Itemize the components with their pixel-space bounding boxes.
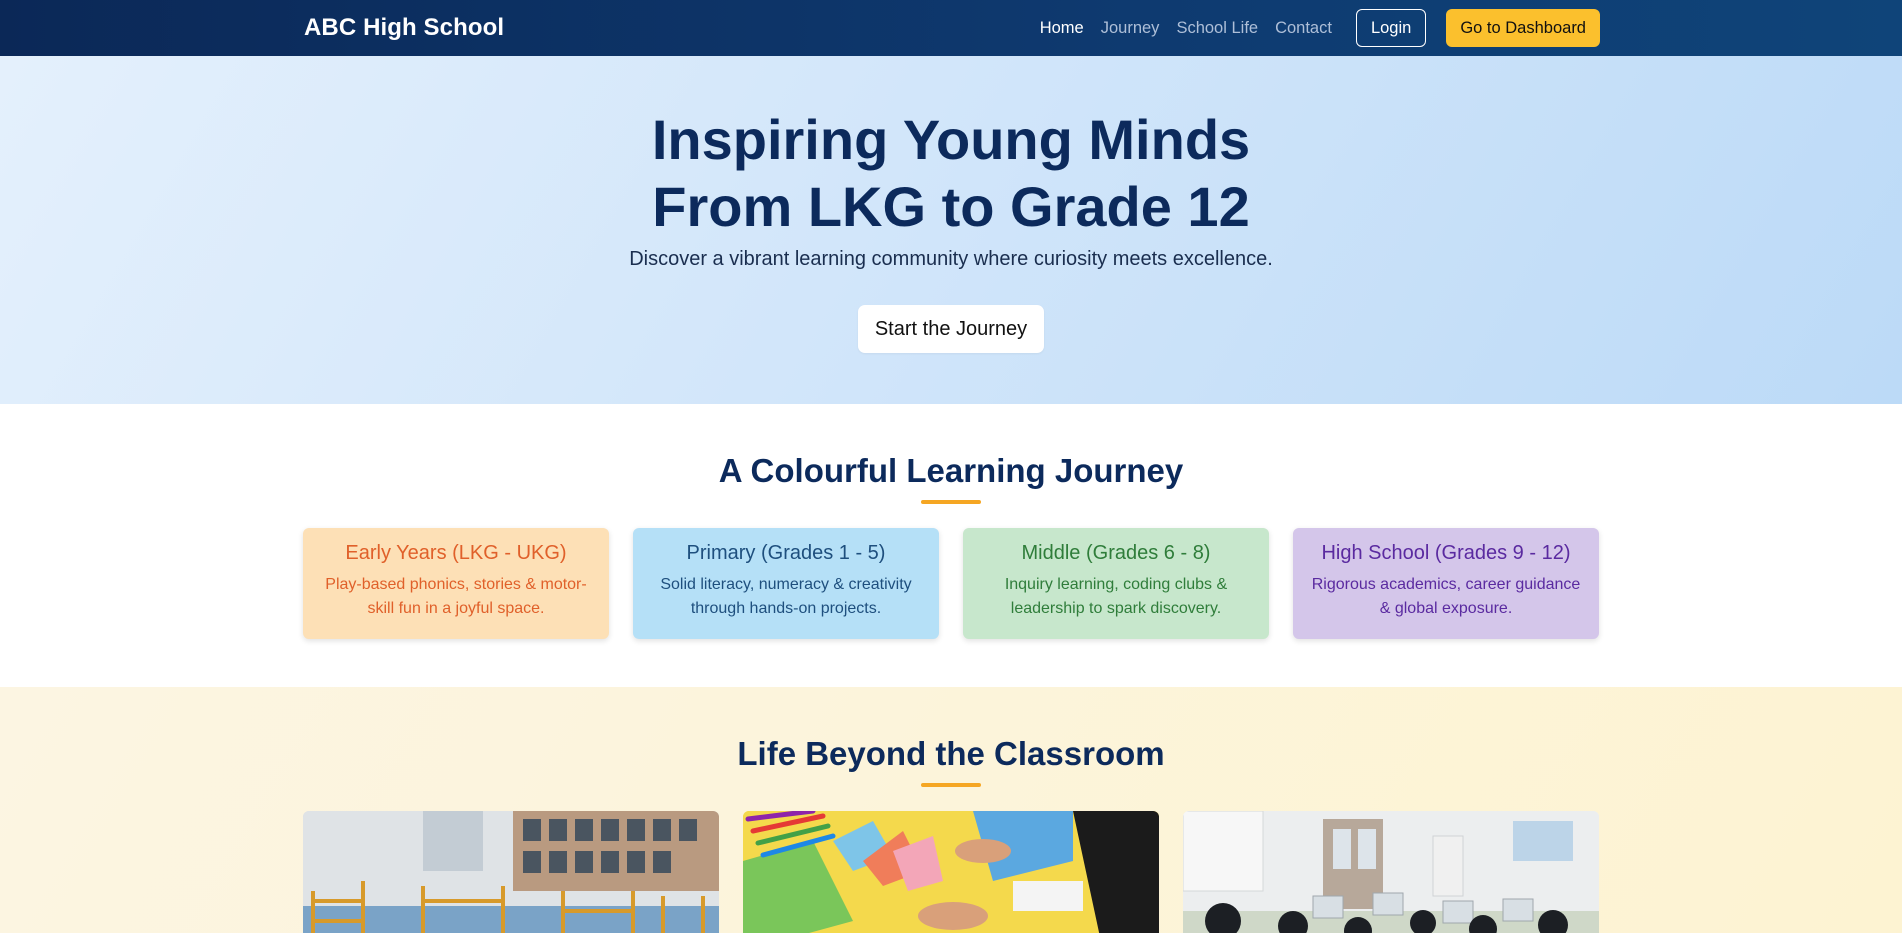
hero-title-line-2: From LKG to Grade 12 <box>652 175 1250 238</box>
journey-title-underline <box>921 500 981 504</box>
hero-subtitle: Discover a vibrant learning community wh… <box>629 248 1273 270</box>
playground-photo <box>303 811 719 933</box>
nav-link-contact[interactable]: Contact <box>1275 19 1332 38</box>
login-button[interactable]: Login <box>1355 9 1427 47</box>
card-description: Inquiry learning, coding clubs & leaders… <box>1004 576 1228 617</box>
card-description: Solid literacy, numeracy & creativity th… <box>660 576 912 617</box>
navbar: ABC High School Home Journey School Life… <box>0 0 1902 56</box>
card-description: Rigorous academics, career guidance & gl… <box>1311 576 1581 617</box>
card-middle[interactable]: Middle (Grades 6 - 8) Inquiry learning, … <box>963 528 1269 639</box>
nav-link-journey[interactable]: Journey <box>1101 19 1160 38</box>
hero-title-line-1: Inspiring Young Minds <box>651 108 1251 171</box>
card-high-school[interactable]: High School (Grades 9 - 12) Rigorous aca… <box>1293 528 1599 639</box>
art-craft-illustration <box>743 811 1159 933</box>
card-title: Middle (Grades 6 - 8) <box>1021 542 1211 564</box>
nav-link-home[interactable]: Home <box>1040 19 1084 38</box>
computer-lab-photo <box>1183 811 1599 933</box>
nav-links: Home Journey School Life Contact Login G… <box>1040 9 1600 47</box>
playground-illustration <box>303 811 719 933</box>
art-craft-photo <box>743 811 1159 933</box>
card-early-years[interactable]: Early Years (LKG - UKG) Play-based phoni… <box>303 528 609 639</box>
nav-link-school-life[interactable]: School Life <box>1176 19 1258 38</box>
dashboard-button[interactable]: Go to Dashboard <box>1446 9 1600 47</box>
hero-section: Inspiring Young Minds From LKG to Grade … <box>0 56 1902 404</box>
life-photos <box>0 811 1902 933</box>
journey-section: A Colourful Learning Journey Early Years… <box>0 404 1902 687</box>
card-title: Primary (Grades 1 - 5) <box>686 542 886 564</box>
life-section: Life Beyond the Classroom <box>0 687 1902 933</box>
life-title-underline <box>921 783 981 787</box>
start-journey-button[interactable]: Start the Journey <box>857 305 1045 353</box>
computer-lab-illustration <box>1183 811 1599 933</box>
card-title: Early Years (LKG - UKG) <box>345 542 567 564</box>
brand-logo-text[interactable]: ABC High School <box>304 14 504 42</box>
card-primary[interactable]: Primary (Grades 1 - 5) Solid literacy, n… <box>633 528 939 639</box>
card-title: High School (Grades 9 - 12) <box>1321 542 1571 564</box>
journey-title: A Colourful Learning Journey <box>718 452 1184 489</box>
card-description: Play-based phonics, stories & motor-skil… <box>325 576 587 617</box>
life-title: Life Beyond the Classroom <box>737 735 1165 772</box>
hero-title: Inspiring Young Minds From LKG to Grade … <box>0 106 1902 240</box>
journey-cards: Early Years (LKG - UKG) Play-based phoni… <box>0 528 1902 639</box>
